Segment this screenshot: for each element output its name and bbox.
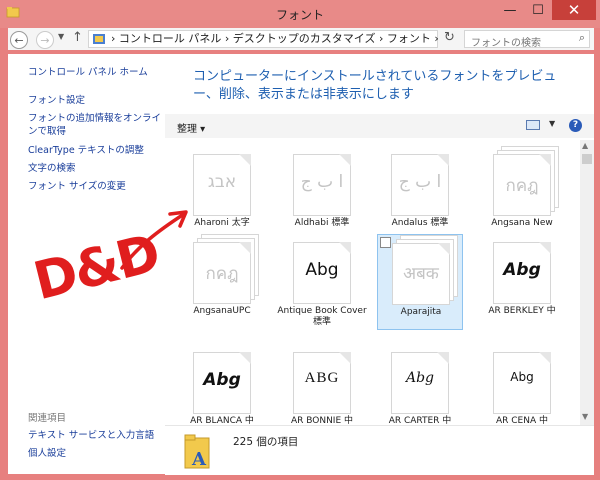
select-checkbox[interactable] [380,237,391,248]
maximize-button[interactable]: ☐ [524,0,552,20]
sidebar-link-font-settings[interactable]: フォント設定 [28,94,163,107]
search-box[interactable]: ⌕ [464,30,590,52]
recent-locations-dropdown-icon[interactable]: ▼ [58,32,64,41]
main-pane: コンピューターにインストールされているフォントをプレビュー、削除、表示または非表… [165,54,594,426]
sidebar-link-cleartype[interactable]: ClearType テキストの調整 [28,144,163,157]
font-sample: Abg [305,260,339,280]
scroll-down-icon[interactable]: ▼ [582,412,588,421]
font-sample: אבג [207,172,237,192]
sidebar-link-get-more-font-info[interactable]: フォントの追加情報をオンラインで取得 [28,112,163,138]
font-sample: Abg [203,370,241,390]
window-controls: — ☐ ✕ [496,0,596,22]
sidebar-link-control-panel-home[interactable]: コントロール パネル ホーム [28,66,163,79]
font-tile[interactable]: अबक Aparajita [377,234,463,330]
page-fold [239,154,251,166]
font-name: Aldhabi 標準 [294,218,350,228]
page-fold [539,242,551,254]
font-tile[interactable]: Abg Antique Book Cover 標準 [277,234,367,330]
sidebar-link-change-font-size[interactable]: フォント サイズの変更 [28,180,163,193]
font-sample: Abg [405,370,435,386]
page-fold [539,352,551,364]
scroll-up-icon[interactable]: ▲ [582,141,588,150]
search-icon[interactable]: ⌕ [579,31,585,45]
page-fold [438,243,450,255]
scroll-thumb[interactable] [582,154,592,164]
command-bar: 整理 ▾ ▼ ? [165,114,594,138]
address-field[interactable]: › コントロール パネル › デスクトップのカスタマイズ › フォント › ▼ [88,30,509,48]
page-fold [437,154,449,166]
help-icon[interactable]: ? [569,119,582,132]
search-input[interactable] [469,35,573,52]
font-folder-icon: A [184,434,210,470]
sidebar-link-personalization[interactable]: 個人設定 [28,447,163,460]
status-bar: A 225 個の項目 [165,425,594,475]
font-name: Andalus 標準 [391,218,449,228]
font-name: AngsanaUPC [193,306,251,316]
svg-text:A: A [191,449,207,470]
related-heading: 関連項目 [28,413,67,424]
page-fold [239,242,251,254]
page-fold [539,154,551,166]
font-name: Antique Book Cover 標準 [277,306,367,327]
font-tile[interactable]: Abg AR BERKLEY 中 [479,234,565,330]
font-name: Angsana New [491,218,553,228]
address-bar-row: ← → ▼ ↑ › コントロール パネル › デスクトップのカスタマイズ › フ… [8,28,594,52]
font-tile[interactable]: กคฎ Angsana New [479,146,565,242]
close-button[interactable]: ✕ [552,0,596,20]
font-sample: ABG [304,370,340,386]
page-fold [339,242,351,254]
font-sample: กคฎ [505,176,539,196]
page-fold [339,154,351,166]
font-tile[interactable]: ا ب ج Aldhabi 標準 [279,146,365,242]
font-sample: ا ب ج [300,172,344,192]
font-sample: กคฎ [205,264,239,284]
font-sample: Abg [510,370,534,384]
page-fold [437,352,449,364]
sidebar-link-find-character[interactable]: 文字の検索 [28,162,163,175]
vertical-scrollbar[interactable]: ▲ ▼ [580,140,594,425]
forward-button[interactable]: → [36,31,54,49]
view-options-icon[interactable] [526,120,540,130]
back-button[interactable]: ← [10,31,28,49]
page-fold [339,352,351,364]
organize-button[interactable]: 整理 ▾ [177,120,205,135]
up-arrow-icon[interactable]: ↑ [72,30,83,45]
font-tile[interactable]: ا ب ج Andalus 標準 [377,146,463,242]
font-sample: Abg [503,260,541,280]
view-dropdown-icon[interactable]: ▼ [549,119,555,128]
breadcrumb[interactable]: › コントロール パネル › デスクトップのカスタマイズ › フォント › [111,31,439,47]
page-heading: コンピューターにインストールされているフォントをプレビュー、削除、表示または非表… [193,69,557,102]
page-fold [239,352,251,364]
title-bar[interactable]: フォント — ☐ ✕ [0,0,600,28]
item-count: 225 個の項目 [233,436,299,448]
minimize-button[interactable]: — [496,0,524,20]
font-sample: अबक [403,264,439,284]
font-sample: ا ب ج [398,172,442,192]
font-name: Aparajita [400,307,442,317]
control-panel-icon [93,34,105,44]
font-name: AR BERKLEY 中 [488,306,556,316]
refresh-icon[interactable]: ↻ [444,30,455,45]
sidebar-link-text-services[interactable]: テキスト サービスと入力言語 [28,429,163,442]
